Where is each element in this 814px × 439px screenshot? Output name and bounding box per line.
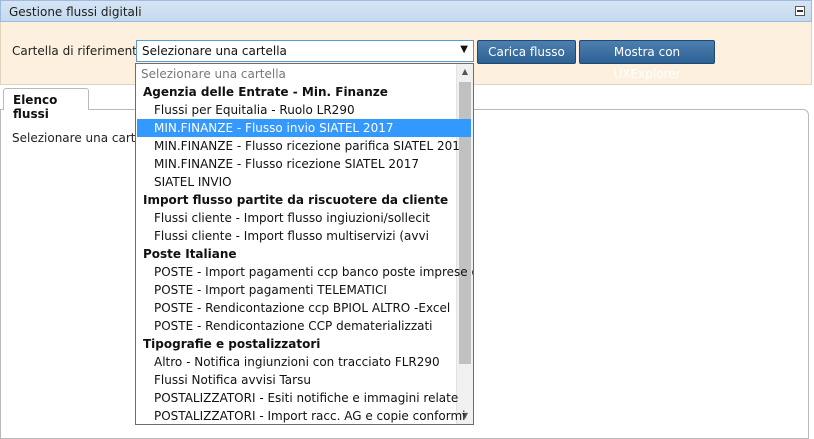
dropdown-option[interactable]: Altro - Notifica ingiunzioni con traccia… [154, 353, 440, 371]
load-flow-button[interactable]: Carica flusso [477, 40, 576, 64]
dropdown-group-label: Poste Italiane [143, 247, 237, 261]
folder-select-value: Selezionare una cartella [142, 44, 287, 58]
dropdown-option[interactable]: POSTE - Import pagamenti TELEMATICI [154, 281, 387, 299]
dropdown-option[interactable]: Flussi cliente - Import flusso multiserv… [154, 227, 429, 245]
dropdown-group-label: Tipografie e postalizzatori [143, 337, 321, 351]
collapse-icon[interactable] [795, 6, 805, 16]
dropdown-option[interactable]: Flussi cliente - Import flusso ingiuzion… [154, 209, 430, 227]
tab-elenco-flussi[interactable]: Elenco flussi [3, 88, 89, 121]
dropdown-option[interactable]: MIN.FINANZE - Flusso invio SIATEL 2017 [137, 119, 471, 137]
folder-label: Cartella di riferimento [12, 44, 145, 58]
dropdown-option[interactable]: SIATEL INVIO [154, 173, 232, 191]
dropdown-group-label: Agenzia delle Entrate - Min. Finanze [143, 85, 388, 99]
dropdown-option[interactable]: POSTALIZZATORI - Esiti notifiche e immag… [154, 389, 458, 407]
scroll-up-icon[interactable]: ▲ [457, 64, 473, 80]
window-title: Gestione flussi digitali [9, 5, 142, 19]
folder-dropdown-list[interactable]: ▲ ▼ Selezionare una cartella Agenzia dell… [135, 63, 474, 425]
dropdown-scrollbar[interactable]: ▲ ▼ [456, 64, 473, 424]
dropdown-placeholder[interactable]: Selezionare una cartella [141, 65, 286, 83]
show-uxexplorer-button[interactable]: Mostra con UXExplorer [579, 40, 715, 81]
folder-select[interactable]: Selezionare una cartella ▼ [136, 40, 474, 62]
dropdown-option[interactable]: Flussi Notifica avvisi Tarsu [154, 371, 311, 389]
dropdown-option[interactable]: POSTALIZZATORI - Import racc. AG e copie… [154, 407, 465, 424]
dropdown-option[interactable]: POSTE - Import pagamenti ccp banco poste… [154, 263, 473, 281]
dropdown-option[interactable]: POSTE - Rendicontazione ccp BPIOL ALTRO … [154, 299, 450, 317]
dropdown-group-label: Import flusso partite da riscuotere da c… [143, 193, 449, 207]
window-titlebar: Gestione flussi digitali [0, 0, 812, 22]
tab-label: Elenco flussi [13, 93, 58, 121]
dropdown-option[interactable]: MIN.FINANZE - Flusso ricezione parifica … [154, 137, 460, 155]
dropdown-option[interactable]: Flussi per Equitalia - Ruolo LR290 [154, 101, 355, 119]
dropdown-option[interactable]: POSTE - Rendicontazione CCP dematerializ… [154, 317, 433, 335]
dropdown-option[interactable]: MIN.FINANZE - Flusso ricezione SIATEL 20… [154, 155, 419, 173]
dropdown-arrow-icon[interactable]: ▼ [460, 44, 468, 55]
